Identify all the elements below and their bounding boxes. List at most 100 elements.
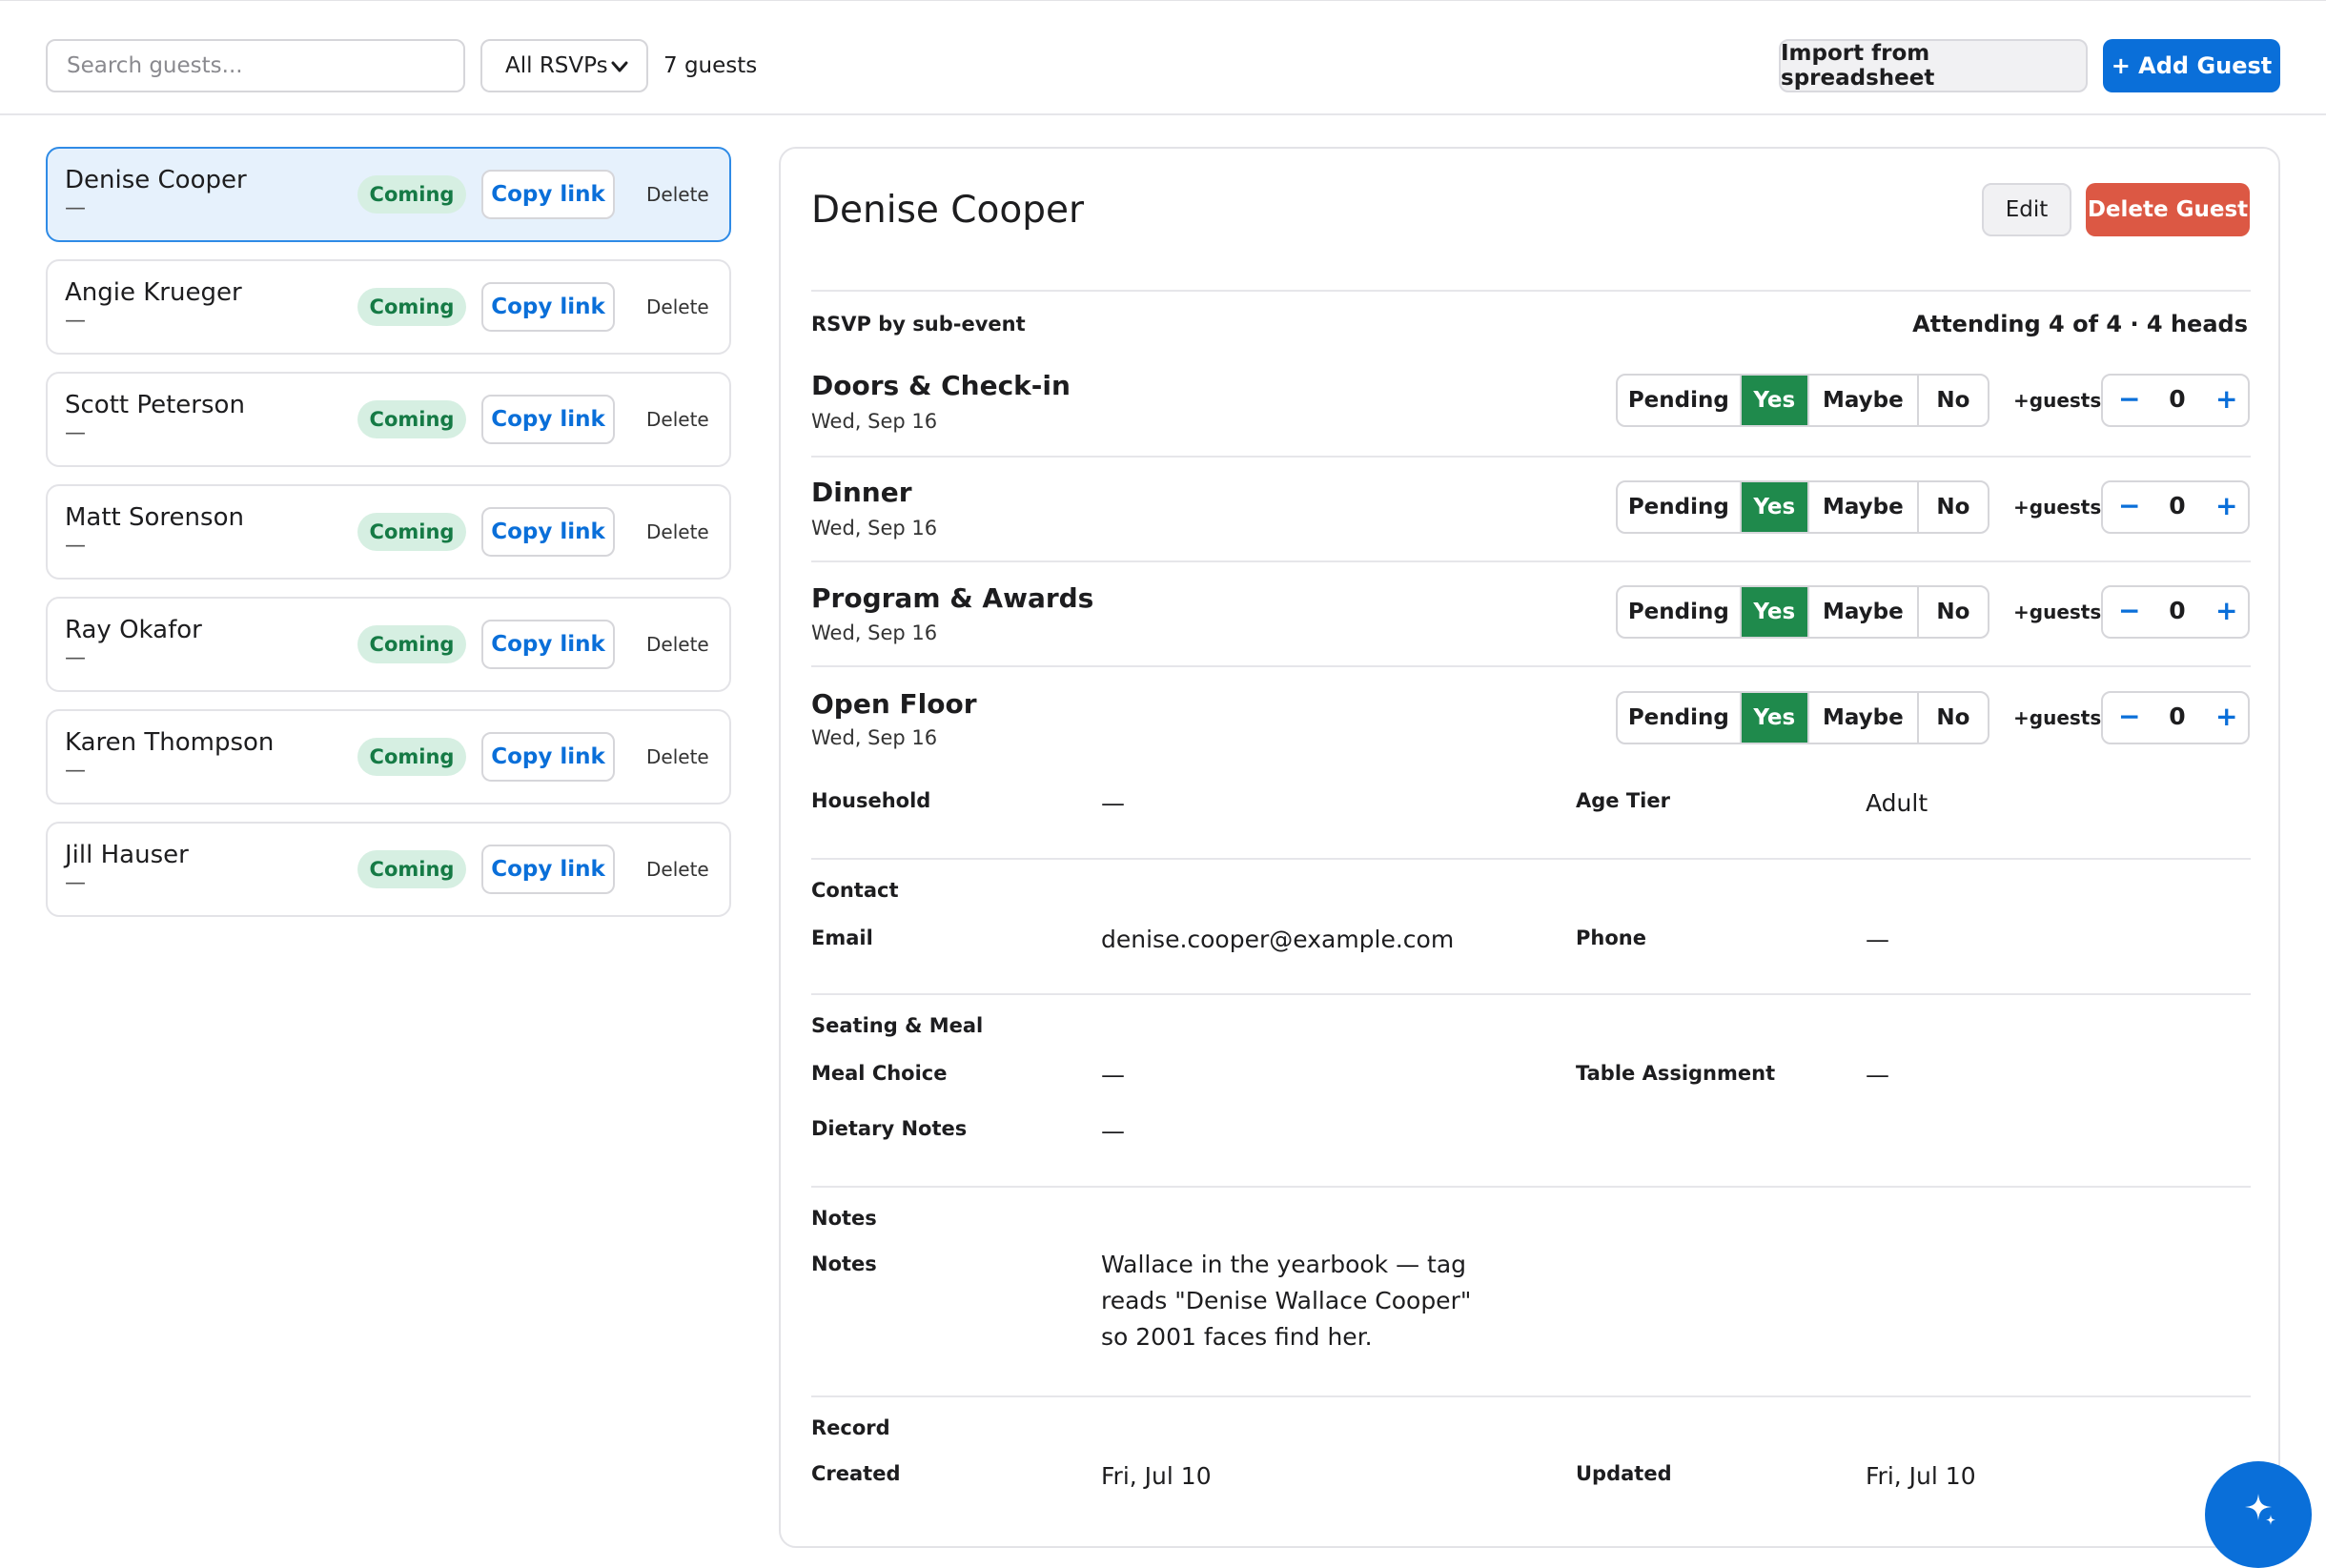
rsvp-option-yes[interactable]: Yes [1741, 693, 1809, 743]
copy-link-button[interactable]: Copy link [481, 282, 615, 332]
guest-card[interactable]: Denise Cooper — Coming Copy link Delete [46, 147, 731, 242]
rsvp-option-pending[interactable]: Pending [1618, 587, 1742, 637]
plus-guests-stepper: − 0 + [2101, 585, 2250, 639]
guest-household: — [65, 871, 86, 895]
email-value: denise.cooper@example.com [1101, 926, 1455, 953]
increment-button[interactable]: + [2215, 701, 2237, 732]
created-value: Fri, Jul 10 [1101, 1462, 1212, 1490]
event-name: Open Floor [811, 688, 977, 720]
guest-card[interactable]: Scott Peterson — Coming Copy link Delete [46, 372, 731, 467]
guest-household: — [65, 534, 86, 558]
plus-guests-label: +guests [2013, 706, 2102, 729]
dietary-notes-value: — [1101, 1117, 1125, 1145]
divider [811, 560, 2251, 562]
divider [811, 1186, 2251, 1188]
phone-label: Phone [1576, 927, 1646, 949]
guest-card[interactable]: Angie Krueger — Coming Copy link Delete [46, 259, 731, 355]
decrement-button[interactable]: − [2118, 490, 2140, 521]
household-label: Household [811, 789, 931, 812]
guest-name: Matt Sorenson [65, 503, 244, 532]
copy-link-button[interactable]: Copy link [481, 845, 615, 894]
guest-card[interactable]: Matt Sorenson — Coming Copy link Delete [46, 484, 731, 580]
rsvp-segmented-control: Pending Yes Maybe No [1616, 691, 1989, 744]
page-title: Denise Cooper [811, 189, 1085, 232]
rsvp-option-no[interactable]: No [1919, 693, 1988, 743]
delete-guest-button[interactable]: Delete Guest [2086, 183, 2250, 236]
record-heading: Record [811, 1416, 890, 1439]
delete-guest-link[interactable]: Delete [646, 745, 709, 768]
guest-household: — [65, 646, 86, 670]
attending-summary: Attending 4 of 4 · 4 heads [1912, 311, 2248, 337]
increment-button[interactable]: + [2215, 490, 2237, 521]
assistant-fab-button[interactable] [2205, 1461, 2312, 1568]
rsvp-option-no[interactable]: No [1919, 482, 1988, 532]
search-input[interactable] [46, 39, 465, 92]
divider [811, 456, 2251, 458]
rsvp-filter-select[interactable]: All RSVPs [480, 39, 648, 92]
copy-link-button[interactable]: Copy link [481, 620, 615, 669]
copy-link-button[interactable]: Copy link [481, 395, 615, 444]
copy-link-button[interactable]: Copy link [481, 170, 615, 219]
rsvp-option-maybe[interactable]: Maybe [1809, 482, 1919, 532]
meal-choice-label: Meal Choice [811, 1062, 948, 1085]
meal-choice-value: — [1101, 1061, 1125, 1089]
delete-guest-link[interactable]: Delete [646, 520, 709, 543]
rsvp-option-maybe[interactable]: Maybe [1809, 376, 1919, 425]
delete-guest-link[interactable]: Delete [646, 295, 709, 318]
rsvp-option-yes[interactable]: Yes [1741, 376, 1809, 425]
guest-card[interactable]: Ray Okafor — Coming Copy link Delete [46, 597, 731, 692]
dietary-notes-label: Dietary Notes [811, 1117, 968, 1140]
guest-card[interactable]: Karen Thompson — Coming Copy link Delete [46, 709, 731, 804]
copy-link-button[interactable]: Copy link [481, 507, 615, 557]
decrement-button[interactable]: − [2118, 595, 2140, 626]
phone-value: — [1866, 926, 1889, 953]
delete-guest-link[interactable]: Delete [646, 633, 709, 656]
status-badge: Coming [357, 288, 466, 326]
household-value: — [1101, 789, 1125, 817]
rsvp-option-pending[interactable]: Pending [1618, 376, 1742, 425]
plus-guests-value: 0 [2169, 703, 2186, 730]
guest-detail-panel: Denise Cooper Edit Delete Guest RSVP by … [779, 147, 2280, 1548]
rsvp-option-maybe[interactable]: Maybe [1809, 693, 1919, 743]
guest-name: Karen Thompson [65, 728, 275, 757]
delete-guest-link[interactable]: Delete [646, 183, 709, 206]
guest-card[interactable]: Jill Hauser — Coming Copy link Delete [46, 822, 731, 917]
table-assignment-value: — [1866, 1061, 1889, 1089]
rsvp-option-no[interactable]: No [1919, 587, 1988, 637]
rsvp-heading: RSVP by sub-event [811, 313, 1026, 336]
updated-label: Updated [1576, 1462, 1672, 1485]
delete-guest-link[interactable]: Delete [646, 408, 709, 431]
rsvp-option-yes[interactable]: Yes [1741, 482, 1809, 532]
rsvp-option-yes[interactable]: Yes [1741, 587, 1809, 637]
rsvp-option-pending[interactable]: Pending [1618, 482, 1742, 532]
rsvp-filter-value: All RSVPs [505, 53, 608, 78]
plus-guests-value: 0 [2169, 597, 2186, 624]
increment-button[interactable]: + [2215, 595, 2237, 626]
rsvp-option-pending[interactable]: Pending [1618, 693, 1742, 743]
edit-button[interactable]: Edit [1982, 183, 2071, 236]
rsvp-option-maybe[interactable]: Maybe [1809, 587, 1919, 637]
table-assignment-label: Table Assignment [1576, 1062, 1776, 1085]
rsvp-segmented-control: Pending Yes Maybe No [1616, 585, 1989, 639]
status-badge: Coming [357, 400, 466, 438]
increment-button[interactable]: + [2215, 383, 2237, 415]
decrement-button[interactable]: − [2118, 383, 2140, 415]
delete-guest-link[interactable]: Delete [646, 858, 709, 881]
copy-link-button[interactable]: Copy link [481, 732, 615, 782]
contact-heading: Contact [811, 879, 899, 902]
event-date: Wed, Sep 16 [811, 517, 938, 540]
rsvp-segmented-control: Pending Yes Maybe No [1616, 480, 1989, 534]
email-label: Email [811, 927, 873, 949]
add-guest-button[interactable]: + Add Guest [2103, 39, 2280, 92]
chevron-down-icon [611, 61, 628, 72]
plus-guests-stepper: − 0 + [2101, 374, 2250, 427]
divider [811, 1395, 2251, 1397]
status-badge: Coming [357, 850, 466, 888]
toolbar: All RSVPs 7 guests Import from spreadshe… [0, 0, 2326, 115]
decrement-button[interactable]: − [2118, 701, 2140, 732]
import-spreadsheet-button[interactable]: Import from spreadsheet [1779, 39, 2088, 92]
divider [811, 290, 2251, 292]
guest-name: Jill Hauser [65, 841, 189, 869]
status-badge: Coming [357, 175, 466, 214]
rsvp-option-no[interactable]: No [1919, 376, 1988, 425]
